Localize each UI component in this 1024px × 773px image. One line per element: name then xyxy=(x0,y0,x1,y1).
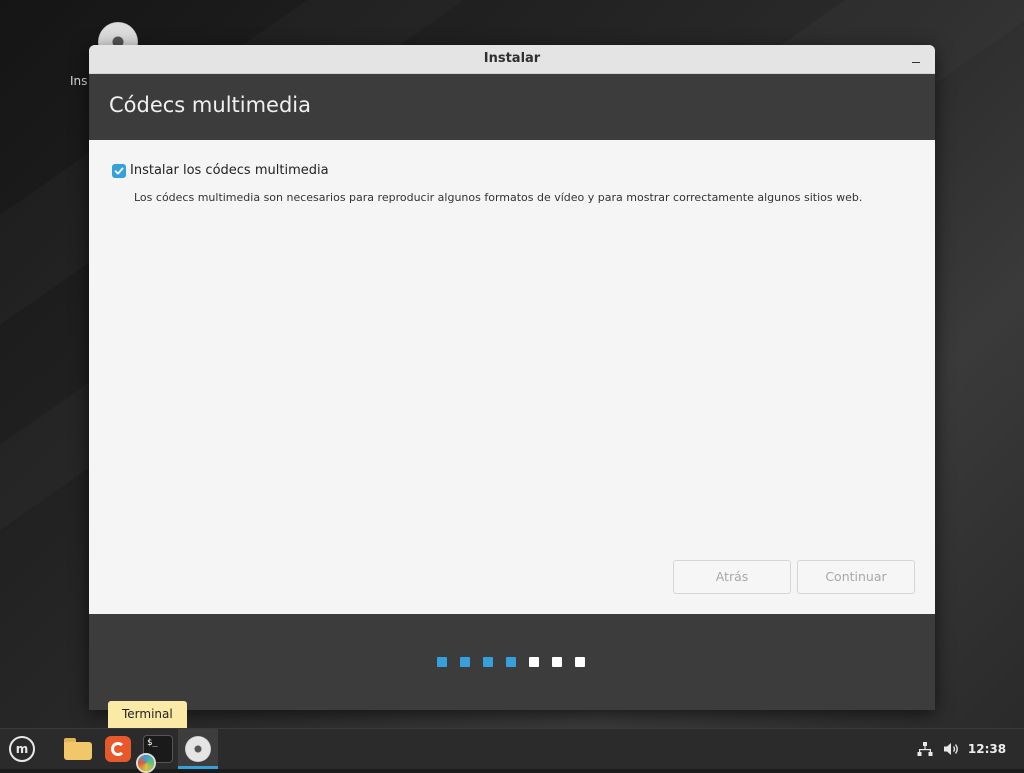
window-titlebar[interactable]: Instalar xyxy=(89,45,935,74)
codecs-description: Los códecs multimedia son necesarios par… xyxy=(134,191,863,204)
installer-window: Instalar Códecs multimedia Instalar los … xyxy=(89,45,935,710)
continue-button[interactable]: Continuar xyxy=(797,560,915,594)
window-title: Instalar xyxy=(483,51,541,66)
firefox-icon xyxy=(105,736,131,762)
volume-tray-button[interactable] xyxy=(940,729,964,769)
progress-dot-complete xyxy=(506,657,516,667)
progress-footer xyxy=(89,614,935,710)
linux-mint-menu-icon: m xyxy=(9,736,35,762)
progress-dots xyxy=(437,657,598,667)
network-tray-button[interactable] xyxy=(914,729,936,769)
color-badge-icon xyxy=(136,753,156,773)
progress-dot-complete xyxy=(483,657,493,667)
page-header: Códecs multimedia xyxy=(89,74,935,141)
taskbar: m $_ 12:38 xyxy=(0,728,1024,773)
progress-dot-pending xyxy=(529,657,539,667)
progress-dot-complete xyxy=(437,657,447,667)
page-content: Instalar los códecs multimedia Los códec… xyxy=(89,140,935,614)
progress-dot-pending xyxy=(575,657,585,667)
volume-icon xyxy=(944,743,958,755)
desktop-icon-label[interactable]: Ins xyxy=(70,74,87,88)
back-button[interactable]: Atrás xyxy=(673,560,791,594)
disc-icon xyxy=(185,736,211,762)
minimize-button[interactable] xyxy=(907,50,925,68)
network-icon xyxy=(917,742,933,756)
progress-dot-pending xyxy=(552,657,562,667)
clock[interactable]: 12:38 xyxy=(966,729,1008,769)
installer-task[interactable] xyxy=(178,729,218,769)
install-codecs-label[interactable]: Instalar los códecs multimedia xyxy=(130,163,329,178)
menu-button[interactable]: m xyxy=(4,729,40,769)
terminal-tooltip: Terminal xyxy=(108,701,187,728)
files-launcher[interactable] xyxy=(60,729,96,769)
minimize-icon xyxy=(912,62,920,63)
checkmark-icon xyxy=(114,167,124,174)
progress-dot-complete xyxy=(460,657,470,667)
install-codecs-checkbox-row[interactable]: Instalar los códecs multimedia xyxy=(112,163,329,178)
folder-icon xyxy=(64,738,92,760)
firefox-launcher[interactable] xyxy=(100,729,136,769)
install-codecs-checkbox[interactable] xyxy=(112,163,126,178)
page-title: Códecs multimedia xyxy=(109,93,312,117)
